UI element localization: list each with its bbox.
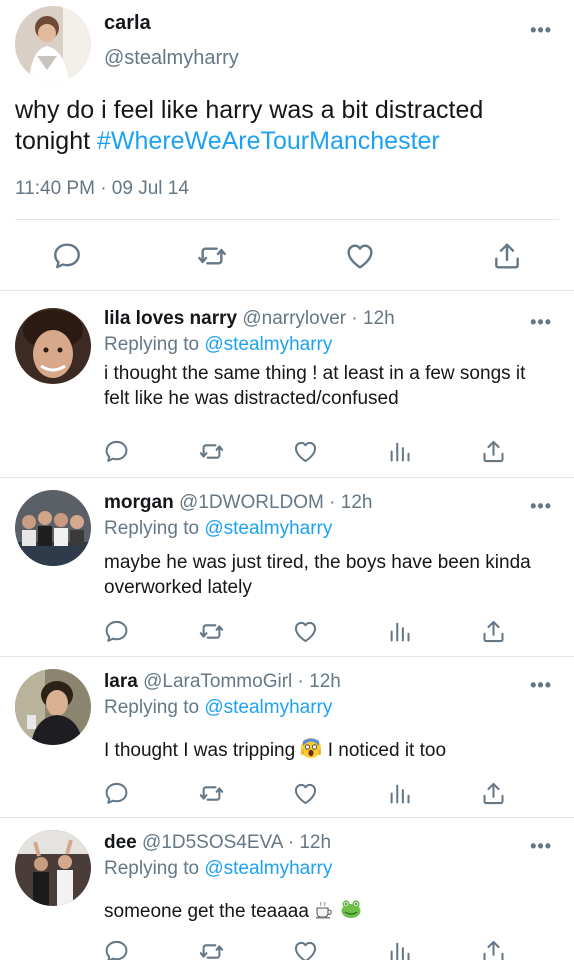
reply-tweet[interactable]: lila loves narry @narrylover · 12h ••• R…: [0, 292, 574, 478]
avatar[interactable]: [15, 490, 91, 566]
display-name[interactable]: lara: [104, 671, 138, 692]
user-handle[interactable]: @stealmyharry: [104, 47, 239, 70]
tweet-text: why do i feel like harry was a bit distr…: [15, 95, 560, 157]
retweet-icon[interactable]: [198, 618, 225, 645]
replying-label: Replying to: [104, 697, 200, 718]
reply-icon[interactable]: [103, 438, 130, 465]
mention-link[interactable]: @stealmyharry: [204, 697, 332, 718]
reply-header: dee @1D5SOS4EVA · 12h: [104, 832, 331, 854]
separator: ·: [351, 308, 358, 329]
share-icon[interactable]: [491, 240, 523, 272]
reply-header: morgan @1DWORLDOM · 12h: [104, 492, 372, 514]
analytics-icon[interactable]: [386, 618, 413, 645]
tweet-actions: [0, 238, 574, 274]
share-icon[interactable]: [480, 618, 507, 645]
screaming-face-emoji: [301, 738, 322, 758]
hashtag-link[interactable]: #WhereWeAreTourManchester: [97, 127, 440, 155]
reply-tweet[interactable]: lara @LaraTommoGirl · 12h ••• Replying t…: [0, 657, 574, 818]
reply-actions: [0, 780, 574, 810]
more-options-icon[interactable]: •••: [530, 675, 552, 696]
analytics-icon[interactable]: [386, 438, 413, 465]
reply-actions: [0, 438, 574, 468]
display-name[interactable]: morgan: [104, 492, 174, 513]
like-icon[interactable]: [292, 938, 319, 960]
reply-icon[interactable]: [103, 938, 130, 960]
separator: ·: [329, 492, 336, 513]
hot-beverage-emoji: [316, 901, 332, 919]
reply-text: someone get the teaaaa: [104, 898, 554, 924]
retweet-icon[interactable]: [198, 438, 225, 465]
retweet-icon[interactable]: [198, 780, 225, 807]
display-name[interactable]: lila loves narry: [104, 308, 237, 329]
frog-emoji: [341, 900, 360, 918]
avatar[interactable]: [15, 830, 91, 906]
replying-label: Replying to: [104, 334, 200, 355]
timestamp[interactable]: 11:40 PM · 09 Jul 14: [15, 178, 189, 200]
like-icon[interactable]: [292, 438, 319, 465]
reply-icon[interactable]: [51, 240, 83, 272]
more-options-icon[interactable]: •••: [530, 312, 552, 333]
separator: ·: [287, 832, 295, 853]
retweet-icon[interactable]: [196, 240, 228, 272]
reply-tweet[interactable]: dee @1D5SOS4EVA · 12h ••• Replying to @s…: [0, 818, 574, 960]
replying-to: Replying to @stealmyharry: [104, 334, 332, 356]
like-icon[interactable]: [292, 618, 319, 645]
share-icon[interactable]: [480, 938, 507, 960]
reply-text: I thought I was tripping I noticed it to…: [104, 737, 554, 763]
divider: [15, 219, 559, 220]
reply-text: i thought the same thing ! at least in a…: [104, 363, 526, 409]
timestamp[interactable]: 12h: [341, 492, 373, 513]
retweet-icon[interactable]: [198, 938, 225, 960]
reply-text: maybe he was just tired, the boys have b…: [104, 552, 531, 598]
avatar[interactable]: [15, 669, 91, 745]
avatar[interactable]: [15, 6, 91, 82]
timestamp[interactable]: 12h: [299, 832, 331, 853]
user-handle[interactable]: @LaraTommoGirl: [143, 671, 292, 692]
user-handle[interactable]: @narrylover: [242, 308, 346, 329]
replying-label: Replying to: [104, 858, 200, 879]
mention-link[interactable]: @stealmyharry: [204, 858, 332, 879]
reply-tweet[interactable]: morgan @1DWORLDOM · 12h ••• Replying to …: [0, 478, 574, 657]
reply-header: lara @LaraTommoGirl · 12h: [104, 671, 341, 693]
replying-to: Replying to @stealmyharry: [104, 697, 332, 719]
like-icon[interactable]: [344, 240, 376, 272]
replying-to: Replying to @stealmyharry: [104, 858, 332, 880]
avatar[interactable]: [15, 308, 91, 384]
reply-text-tail: I noticed it too: [327, 740, 447, 761]
timestamp[interactable]: 12h: [309, 671, 341, 692]
reply-text-body: I thought I was tripping: [104, 740, 296, 761]
mention-link[interactable]: @stealmyharry: [204, 518, 332, 539]
mention-link[interactable]: @stealmyharry: [204, 334, 332, 355]
user-handle[interactable]: @1D5SOS4EVA: [142, 832, 282, 853]
reply-header: lila loves narry @narrylover · 12h: [104, 308, 395, 330]
timestamp[interactable]: 12h: [363, 308, 395, 329]
analytics-icon[interactable]: [386, 780, 413, 807]
reply-actions: [0, 938, 574, 960]
analytics-icon[interactable]: [386, 938, 413, 960]
more-options-icon[interactable]: •••: [530, 20, 552, 41]
display-name[interactable]: carla: [104, 12, 151, 35]
share-icon[interactable]: [480, 438, 507, 465]
reply-icon[interactable]: [103, 618, 130, 645]
share-icon[interactable]: [480, 780, 507, 807]
replying-to: Replying to @stealmyharry: [104, 518, 332, 540]
more-options-icon[interactable]: •••: [530, 496, 552, 517]
reply-actions: [0, 618, 574, 648]
reply-icon[interactable]: [103, 780, 130, 807]
more-options-icon[interactable]: •••: [530, 836, 552, 857]
separator: ·: [297, 671, 304, 692]
reply-text-body: someone get the teaaaa: [104, 901, 309, 922]
user-handle[interactable]: @1DWORLDOM: [179, 492, 324, 513]
like-icon[interactable]: [292, 780, 319, 807]
main-tweet: carla @stealmyharry ••• why do i feel li…: [0, 0, 574, 291]
replying-label: Replying to: [104, 518, 200, 539]
display-name[interactable]: dee: [104, 832, 137, 853]
